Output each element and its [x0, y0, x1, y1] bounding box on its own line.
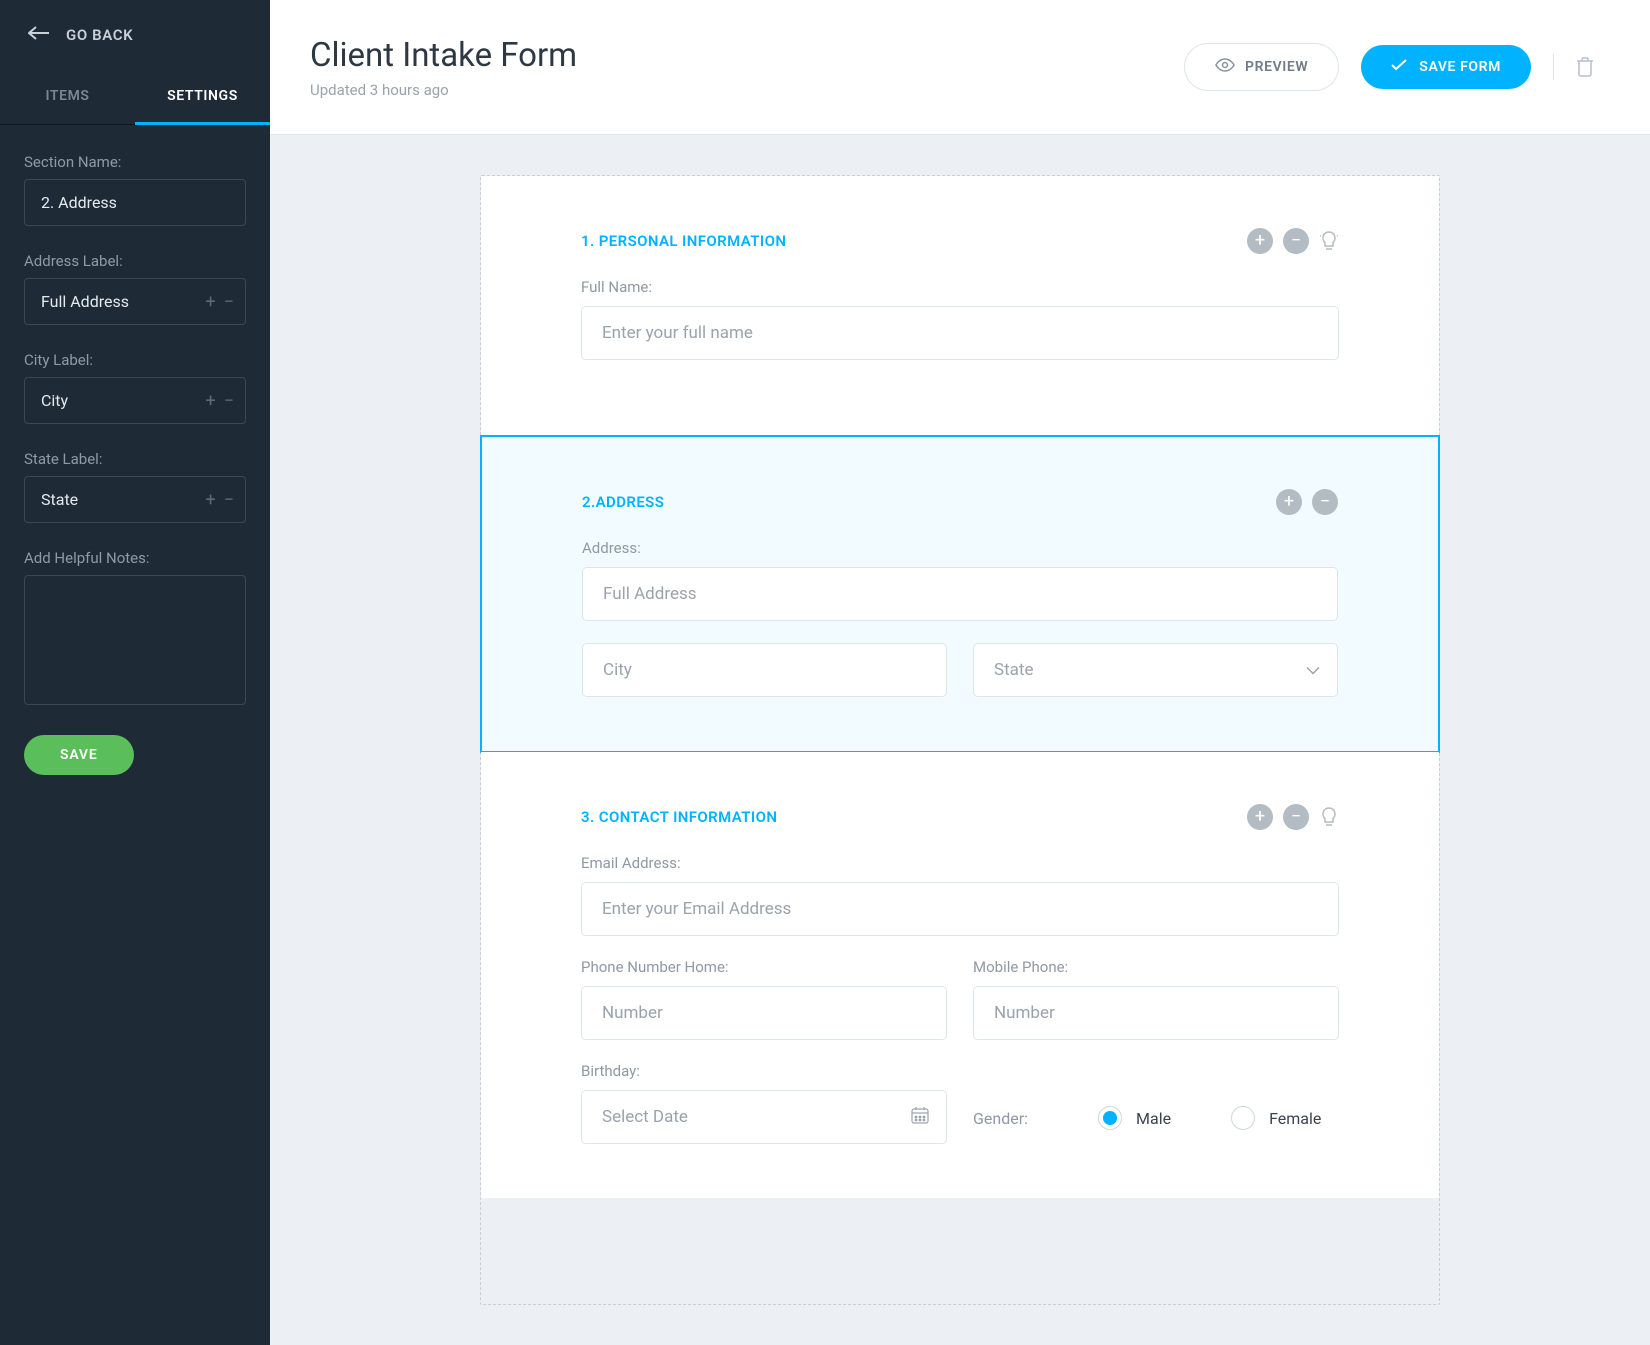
- add-field-button[interactable]: +: [1247, 228, 1273, 254]
- gender-male-radio[interactable]: Male: [1098, 1106, 1171, 1130]
- mobile-phone-input[interactable]: [973, 986, 1339, 1040]
- full-name-label: Full Name:: [581, 278, 1339, 296]
- birthday-label: Birthday:: [581, 1062, 947, 1080]
- section-name-field: Section Name:: [24, 153, 246, 226]
- topbar: Client Intake Form Updated 3 hours ago P…: [270, 0, 1650, 135]
- gender-female-radio[interactable]: Female: [1231, 1106, 1321, 1130]
- main: Client Intake Form Updated 3 hours ago P…: [270, 0, 1650, 1345]
- email-label: Email Address:: [581, 854, 1339, 872]
- full-address-input[interactable]: [582, 567, 1338, 621]
- go-back-button[interactable]: GO BACK: [0, 0, 270, 70]
- address-label-field: Address Label: + −: [24, 252, 246, 325]
- section-title: 2.ADDRESS: [582, 493, 664, 511]
- page-subtitle: Updated 3 hours ago: [310, 81, 577, 99]
- section-name-input[interactable]: [24, 179, 246, 226]
- remove-field-button[interactable]: −: [1283, 228, 1309, 254]
- go-back-label: GO BACK: [66, 26, 133, 44]
- section-title: 1. PERSONAL INFORMATION: [581, 232, 786, 250]
- remove-field-button[interactable]: −: [1283, 804, 1309, 830]
- tab-settings[interactable]: SETTINGS: [135, 70, 270, 124]
- lightbulb-icon: [1319, 230, 1339, 252]
- address-label-label: Address Label:: [24, 252, 246, 270]
- hint-button[interactable]: [1319, 230, 1339, 252]
- gender-male-label: Male: [1136, 1109, 1171, 1128]
- notes-field: Add Helpful Notes:: [24, 549, 246, 709]
- section-name-label: Section Name:: [24, 153, 246, 171]
- gender-label: Gender:: [973, 1109, 1028, 1128]
- tab-items[interactable]: ITEMS: [0, 70, 135, 124]
- plus-icon[interactable]: +: [205, 489, 215, 510]
- lightbulb-icon: [1319, 806, 1339, 828]
- email-input[interactable]: [581, 882, 1339, 936]
- section-title: 3. CONTACT INFORMATION: [581, 808, 777, 826]
- calendar-icon: [911, 1106, 929, 1128]
- settings-panel: Section Name: Address Label: + − City La…: [0, 125, 270, 803]
- gender-female-label: Female: [1269, 1109, 1321, 1128]
- city-input[interactable]: [582, 643, 947, 697]
- radio-icon: [1098, 1106, 1122, 1130]
- section-address[interactable]: 2.ADDRESS + − Address:: [480, 435, 1440, 753]
- plus-icon[interactable]: +: [205, 390, 215, 411]
- minus-icon[interactable]: −: [224, 291, 234, 312]
- full-name-input[interactable]: [581, 306, 1339, 360]
- preview-button[interactable]: PREVIEW: [1184, 43, 1339, 91]
- notes-label: Add Helpful Notes:: [24, 549, 246, 567]
- plus-icon[interactable]: +: [205, 291, 215, 312]
- city-label-label: City Label:: [24, 351, 246, 369]
- address-label: Address:: [582, 539, 1338, 557]
- state-label-label: State Label:: [24, 450, 246, 468]
- remove-field-button[interactable]: −: [1312, 489, 1338, 515]
- save-button[interactable]: SAVE: [24, 735, 134, 775]
- phone-home-label: Phone Number Home:: [581, 958, 947, 976]
- birthday-input[interactable]: [581, 1090, 947, 1144]
- radio-icon: [1231, 1106, 1255, 1130]
- preview-label: PREVIEW: [1245, 59, 1308, 75]
- delete-button[interactable]: [1576, 57, 1594, 77]
- trash-icon: [1576, 57, 1594, 77]
- form-wrapper: 1. PERSONAL INFORMATION + − Full Name:: [480, 175, 1440, 1305]
- canvas: 1. PERSONAL INFORMATION + − Full Name:: [270, 135, 1650, 1345]
- city-label-field: City Label: + −: [24, 351, 246, 424]
- divider: [1553, 54, 1554, 80]
- eye-icon: [1215, 58, 1235, 76]
- section-personal-information[interactable]: 1. PERSONAL INFORMATION + − Full Name:: [481, 176, 1439, 436]
- notes-textarea[interactable]: [24, 575, 246, 705]
- check-icon: [1391, 59, 1407, 75]
- add-field-button[interactable]: +: [1276, 489, 1302, 515]
- mobile-phone-label: Mobile Phone:: [973, 958, 1339, 976]
- state-select[interactable]: [973, 643, 1338, 697]
- save-form-button[interactable]: SAVE FORM: [1361, 45, 1531, 89]
- arrow-left-icon: [28, 26, 50, 44]
- chevron-down-icon: [1306, 661, 1320, 680]
- hint-button[interactable]: [1319, 806, 1339, 828]
- section-contact-information[interactable]: 3. CONTACT INFORMATION + − Email Address…: [481, 752, 1439, 1198]
- sidebar: GO BACK ITEMS SETTINGS Section Name: Add…: [0, 0, 270, 1345]
- state-label-field: State Label: + −: [24, 450, 246, 523]
- sidebar-tabs: ITEMS SETTINGS: [0, 70, 270, 125]
- page-title: Client Intake Form: [310, 36, 577, 75]
- minus-icon[interactable]: −: [224, 489, 234, 510]
- minus-icon[interactable]: −: [224, 390, 234, 411]
- add-field-button[interactable]: +: [1247, 804, 1273, 830]
- phone-home-input[interactable]: [581, 986, 947, 1040]
- save-form-label: SAVE FORM: [1419, 59, 1501, 75]
